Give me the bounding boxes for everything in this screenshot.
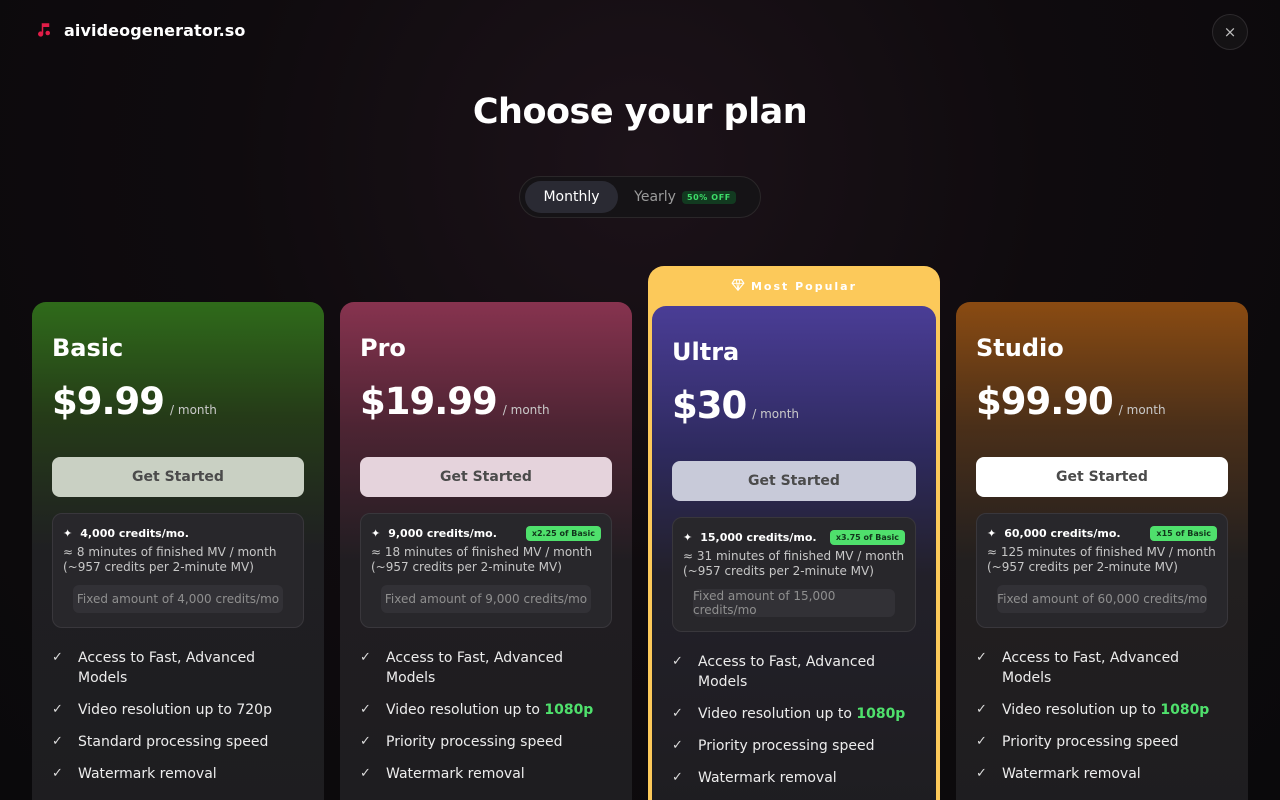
plan-price: $30: [672, 384, 747, 427]
check-icon: ✓: [672, 770, 683, 785]
credits-amount: 60,000 credits/mo.: [1004, 526, 1121, 540]
most-popular-label: Most Popular: [648, 266, 940, 306]
credits-description: ≈ 8 minutes of finished MV / month (~957…: [63, 545, 277, 574]
brand-name: aivideogenerator.so: [64, 20, 246, 40]
fixed-credits-note: Fixed amount of 60,000 credits/mo: [997, 585, 1207, 613]
fixed-credits-note: Fixed amount of 15,000 credits/mo: [693, 589, 895, 617]
check-icon: ✓: [360, 650, 371, 665]
discount-badge: 50% OFF: [681, 190, 736, 204]
check-icon: ✓: [52, 702, 63, 717]
yearly-option[interactable]: Yearly 50% OFF: [618, 181, 752, 213]
multiplier-badge: x2.25 of Basic: [525, 525, 601, 541]
check-icon: ✓: [52, 734, 63, 749]
sparkle-icon: ✦: [683, 530, 693, 544]
check-icon: ✓: [976, 734, 987, 749]
credits-description: ≈ 18 minutes of finished MV / month (~95…: [371, 545, 593, 574]
close-button[interactable]: ×: [1212, 14, 1248, 50]
feature-item: ✓ Watermark removal: [976, 766, 1141, 782]
feature-item: ✓ Video resolution up to 1080p: [976, 702, 1210, 718]
sparkle-icon: ✦: [371, 526, 381, 540]
feature-item: ✓ Watermark removal: [672, 770, 837, 786]
feature-item: ✓ Access to Fast, Advanced Models: [672, 654, 876, 690]
check-icon: ✓: [360, 734, 371, 749]
plan-name: Studio: [976, 334, 1064, 362]
check-icon: ✓: [52, 650, 63, 665]
multiplier-badge: x3.75 of Basic: [829, 529, 905, 545]
sparkle-icon: ✦: [63, 526, 73, 540]
plan-period: / month: [1118, 403, 1166, 417]
plan-card-studio: Studio $99.90 / month Get Started ✦ 60,00…: [956, 302, 1248, 800]
credits-amount: 15,000 credits/mo.: [700, 530, 817, 544]
sparkle-icon: ✦: [987, 526, 997, 540]
feature-item: ✓ Standard processing speed: [52, 734, 269, 750]
plan-price: $19.99: [360, 380, 498, 423]
credits-description: ≈ 125 minutes of finished MV / month (~9…: [987, 545, 1216, 574]
plan-name: Pro: [360, 334, 406, 362]
yearly-label: Yearly: [634, 189, 676, 205]
feature-item: ✓ Watermark removal: [360, 766, 525, 782]
check-icon: ✓: [672, 654, 683, 669]
feature-list: ✓ Access to Fast, Advanced Models ✓ Video …: [976, 648, 1228, 784]
page-title: Choose your plan: [472, 92, 808, 132]
plan-price: $99.90: [976, 380, 1114, 423]
check-icon: ✓: [672, 738, 683, 753]
billing-toggle: Monthly Yearly 50% OFF: [519, 176, 761, 218]
feature-item: ✓ Video resolution up to 1080p: [360, 702, 594, 718]
get-started-button[interactable]: Get Started: [672, 461, 916, 501]
check-icon: ✓: [672, 706, 683, 721]
monthly-option[interactable]: Monthly: [525, 181, 618, 213]
feature-item: ✓ Priority processing speed: [672, 738, 875, 754]
close-icon: ×: [1223, 23, 1237, 41]
check-icon: ✓: [976, 650, 987, 665]
plan-name: Ultra: [672, 338, 740, 366]
plan-card-pro: Pro $19.99 / month Get Started ✦ 9,000 cr…: [340, 302, 632, 800]
feature-item: ✓ Priority processing speed: [360, 734, 563, 750]
get-started-button[interactable]: Get Started: [52, 457, 304, 497]
feature-item: ✓ Access to Fast, Advanced Models: [52, 650, 256, 686]
diamond-icon: [731, 278, 745, 295]
fixed-credits-note: Fixed amount of 4,000 credits/mo: [73, 585, 283, 613]
check-icon: ✓: [52, 766, 63, 781]
get-started-button[interactable]: Get Started: [360, 457, 612, 497]
credits-box: ✦ 9,000 credits/mo. x2.25 of Basic ≈ 18 m…: [360, 513, 612, 628]
popular-highlight: Most Popular Ultra $30 / month Get Start…: [648, 266, 940, 800]
credits-box: ✦ 4,000 credits/mo. ≈ 8 minutes of finish…: [52, 513, 304, 628]
plan-card-ultra: Ultra $30 / month Get Started ✦ 15,000 cr…: [652, 306, 936, 800]
credits-amount: 9,000 credits/mo.: [388, 526, 497, 540]
feature-list: ✓ Access to Fast, Advanced Models ✓ Video …: [52, 648, 304, 784]
get-started-button[interactable]: Get Started: [976, 457, 1228, 497]
feature-item: ✓ Access to Fast, Advanced Models: [976, 650, 1180, 686]
fixed-credits-note: Fixed amount of 9,000 credits/mo: [381, 585, 591, 613]
credits-box: ✦ 60,000 credits/mo. x15 of Basic ≈ 125 m…: [976, 513, 1228, 628]
check-icon: ✓: [976, 702, 987, 717]
check-icon: ✓: [360, 702, 371, 717]
resolution-highlight: 1080p: [856, 706, 906, 722]
credits-box: ✦ 15,000 credits/mo. x3.75 of Basic ≈ 31 …: [672, 517, 916, 632]
credits-description: ≈ 31 minutes of finished MV / month (~95…: [683, 549, 905, 578]
resolution-highlight: 1080p: [1160, 702, 1210, 718]
resolution-highlight: 1080p: [544, 702, 594, 718]
feature-list: ✓ Access to Fast, Advanced Models ✓ Video …: [360, 648, 612, 784]
check-icon: ✓: [360, 766, 371, 781]
check-icon: ✓: [976, 766, 987, 781]
feature-item: ✓ Priority processing speed: [976, 734, 1179, 750]
feature-item: ✓ Watermark removal: [52, 766, 217, 782]
brand-logo[interactable]: aivideogenerator.so: [34, 20, 245, 40]
feature-item: ✓ Video resolution up to 1080p: [672, 706, 906, 722]
multiplier-badge: x15 of Basic: [1150, 525, 1217, 541]
music-note-icon: [34, 20, 54, 40]
plan-card-basic: Basic $9.99 / month Get Started ✦ 4,000 c…: [32, 302, 324, 800]
plan-period: / month: [170, 403, 217, 417]
feature-item: ✓ Access to Fast, Advanced Models: [360, 650, 564, 686]
feature-list: ✓ Access to Fast, Advanced Models ✓ Video …: [672, 652, 916, 788]
plan-price: $9.99: [52, 380, 165, 423]
plan-period: / month: [752, 407, 800, 421]
plan-period: / month: [502, 403, 550, 417]
credits-amount: 4,000 credits/mo.: [80, 526, 189, 540]
monthly-label: Monthly: [543, 189, 600, 205]
feature-item: ✓ Video resolution up to 720p: [52, 702, 272, 718]
plan-name: Basic: [52, 334, 124, 362]
